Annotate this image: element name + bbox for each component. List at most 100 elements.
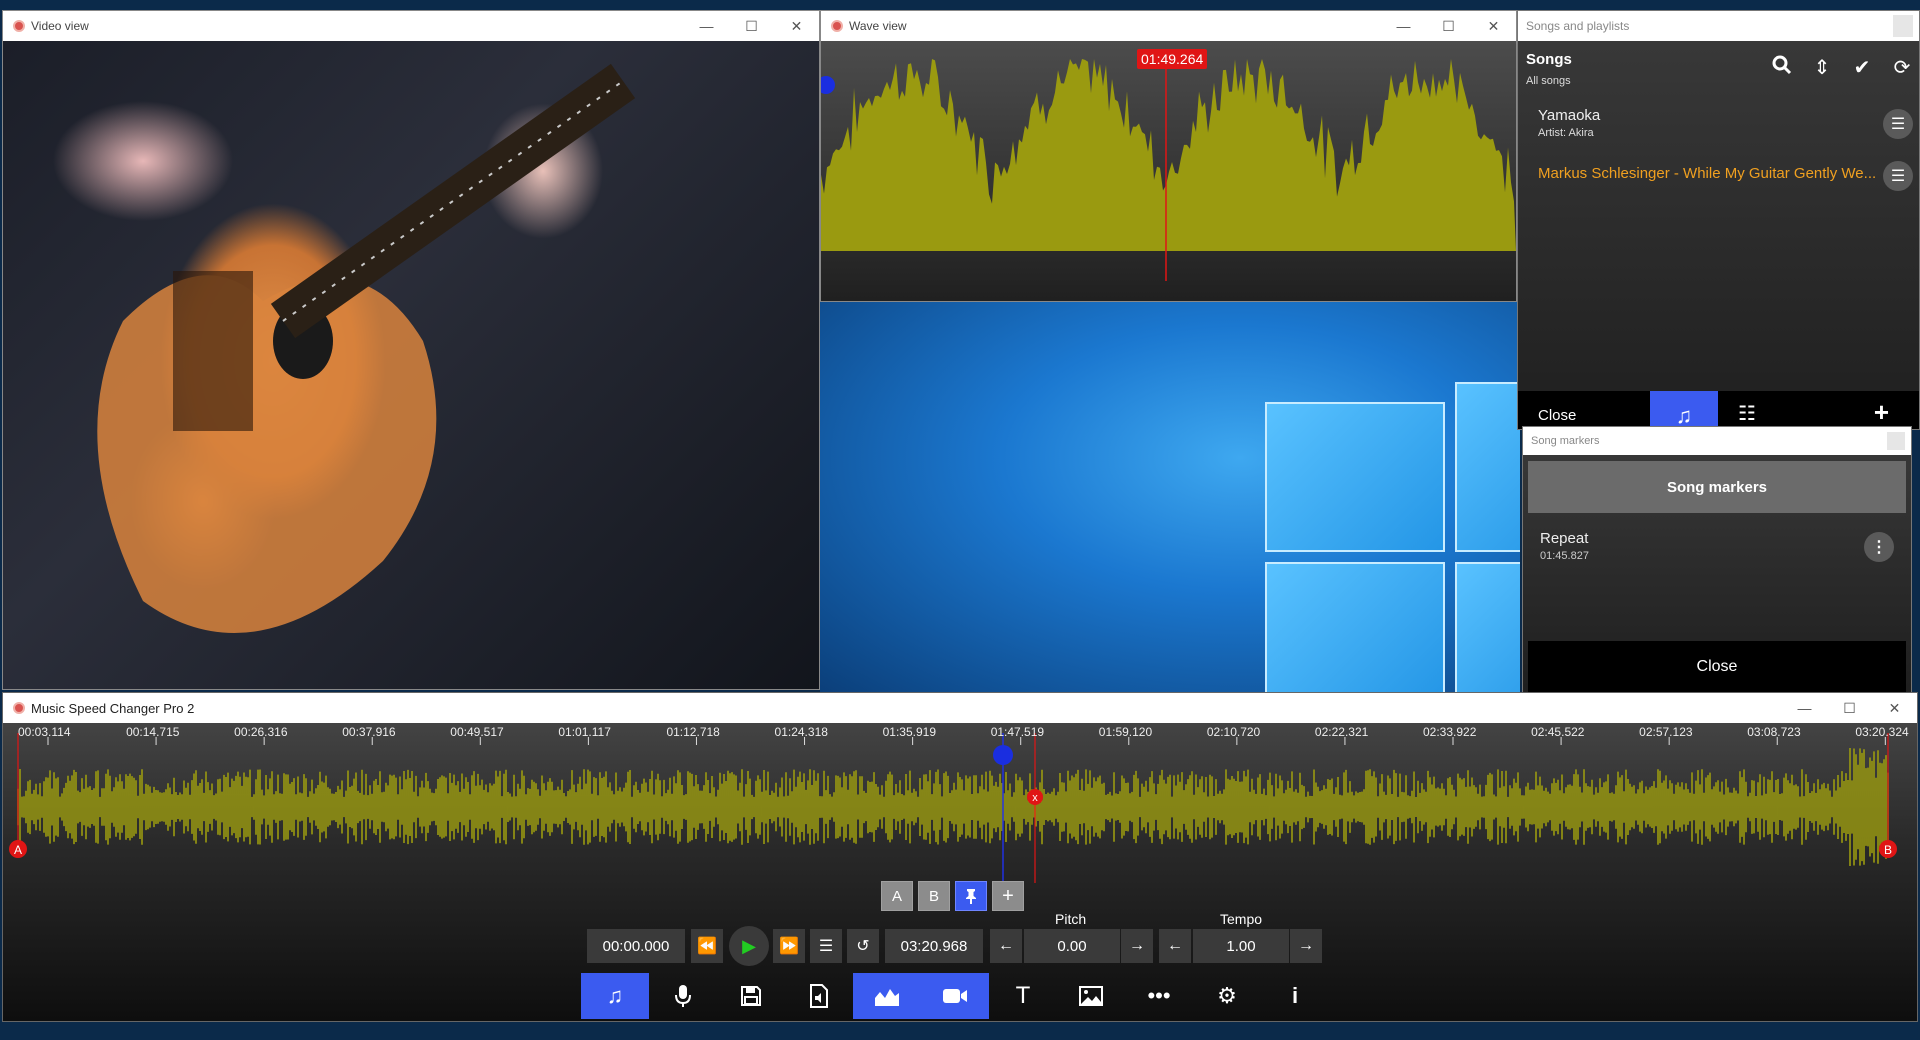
music-tab-icon[interactable]: ♫ (1650, 391, 1718, 429)
main-titlebar[interactable]: Music Speed Changer Pro 2 — ☐ ✕ (3, 693, 1917, 723)
wave-view-titlebar[interactable]: Wave view — ☐ ✕ (821, 11, 1516, 41)
playlist-tab-icon[interactable]: ☷ (1738, 401, 1756, 426)
timeline-waveform: A Bx (9, 733, 1897, 883)
window-title: Wave view (849, 19, 907, 33)
video-frame[interactable] (3, 41, 819, 689)
wave-view-window: Wave view — ☐ ✕ 01:49.264 (820, 10, 1517, 302)
timeline-tick-label: 02:10.720 (1206, 725, 1261, 739)
pitch-value[interactable]: 0.00 (1024, 929, 1120, 963)
marker-time: 01:45.827 (1540, 550, 1589, 562)
timeline-tick-label: 01:24.318 (774, 725, 828, 739)
export-audio-icon[interactable] (785, 973, 853, 1019)
song-timeline[interactable]: A Bx 00:03.114 00:14.715 00:26.316 00:37.916… (3, 723, 1917, 883)
image-icon[interactable] (1057, 973, 1125, 1019)
songs-titlebar[interactable]: Songs and playlists (1518, 11, 1919, 41)
playhead-time-tag: 01:49.264 (1137, 49, 1208, 69)
close-icon[interactable] (1887, 432, 1905, 450)
tempo-down-icon[interactable]: ← (1159, 929, 1191, 963)
zoom-waveform (821, 59, 1516, 251)
loop-start-handle[interactable] (821, 76, 835, 94)
settings-icon[interactable]: ⚙ (1193, 973, 1261, 1019)
add-marker-button[interactable]: + (992, 881, 1024, 911)
microphone-icon[interactable] (649, 973, 717, 1019)
timeline-tick-label: 01:12.718 (666, 725, 720, 739)
video-view-titlebar[interactable]: Video view — ☐ ✕ (3, 11, 819, 41)
window-title: Songs and playlists (1526, 19, 1630, 33)
full-waveform (17, 748, 1889, 866)
song-title: Yamaoka (1538, 107, 1601, 124)
more-icon[interactable]: ••• (1125, 973, 1193, 1019)
pin-icon[interactable] (955, 881, 987, 911)
check-icon[interactable]: ✔ (1851, 55, 1873, 81)
markers-close-button[interactable]: Close (1528, 641, 1906, 693)
app-icon (13, 20, 25, 32)
app-icon (831, 20, 843, 32)
maximize-icon[interactable]: ☐ (729, 11, 774, 41)
set-a-button[interactable]: A (881, 881, 913, 911)
refresh-icon[interactable]: ⟳ (1891, 55, 1913, 81)
maximize-icon[interactable]: ☐ (1827, 693, 1872, 723)
tempo-value[interactable]: 1.00 (1193, 929, 1289, 963)
close-icon[interactable]: ✕ (774, 11, 819, 41)
rewind-icon[interactable]: ⏪ (691, 929, 723, 963)
song-menu-icon[interactable]: ☰ (1883, 109, 1913, 139)
timeline-tick-label: 00:03.114 (18, 725, 71, 739)
minimize-icon[interactable]: — (1782, 693, 1827, 723)
timeline-tick-label: 00:37.916 (342, 725, 396, 739)
tempo-up-icon[interactable]: → (1290, 929, 1322, 963)
songs-footer: Close ♫ ☷ + (1518, 391, 1919, 429)
search-icon[interactable] (1771, 55, 1793, 81)
timeline-tick-label: 00:14.715 (126, 725, 180, 739)
play-icon[interactable]: ▶ (729, 926, 769, 966)
logo-pane (1455, 382, 1520, 552)
song-menu-icon[interactable]: ☰ (1883, 161, 1913, 191)
song-item[interactable]: Yamaoka Artist: Akira ☰ (1518, 97, 1919, 149)
timeline-tick-label: 00:26.316 (234, 725, 288, 739)
minimize-icon[interactable]: — (1381, 11, 1426, 41)
timeline-tick-label: 02:45.522 (1531, 725, 1585, 739)
sort-icon[interactable]: ⇕ (1811, 55, 1833, 81)
timeline-tick-label: 01:35.919 (882, 725, 936, 739)
marker-item[interactable]: Repeat 01:45.827 ⋮ (1528, 522, 1906, 572)
timeline-tick-label: 01:59.120 (1098, 725, 1153, 739)
wave-zoom-view[interactable]: 01:49.264 (821, 41, 1516, 301)
marker-menu-icon[interactable]: ⋮ (1864, 532, 1894, 562)
wave-chart-icon[interactable] (853, 973, 921, 1019)
song-marker-label: x (1032, 792, 1038, 804)
pitch-down-icon[interactable]: ← (990, 929, 1022, 963)
timeline-tick-label: 02:33.922 (1423, 725, 1477, 739)
set-b-button[interactable]: B (918, 881, 950, 911)
maximize-icon[interactable]: ☐ (1426, 11, 1471, 41)
songs-close-button[interactable]: Close (1538, 407, 1576, 424)
pitch-up-icon[interactable]: → (1121, 929, 1153, 963)
wave-zoom-graph (821, 59, 1516, 281)
end-time-field[interactable]: 03:20.968 (885, 929, 983, 963)
playhead-handle[interactable] (993, 745, 1013, 765)
loop-b-label: B (1884, 843, 1892, 857)
info-icon[interactable]: i (1261, 973, 1329, 1019)
text-icon[interactable]: T (989, 973, 1057, 1019)
tempo-label: Tempo (1220, 911, 1263, 927)
music-note-icon[interactable]: ♫ (581, 973, 649, 1019)
window-title: Song markers (1531, 435, 1600, 447)
loop-icon[interactable]: ↺ (847, 929, 879, 963)
minimize-icon[interactable]: — (684, 11, 729, 41)
start-time-field[interactable]: 00:00.000 (587, 929, 685, 963)
equalizer-icon[interactable]: ☰ (810, 929, 842, 963)
close-icon[interactable] (1893, 15, 1913, 37)
timeline-tick-label: 02:22.321 (1314, 725, 1369, 739)
close-icon[interactable]: ✕ (1872, 693, 1917, 723)
add-icon[interactable]: + (1874, 397, 1889, 428)
app-icon (13, 702, 25, 714)
song-markers-window: Song markers Song markers Repeat 01:45.8… (1522, 426, 1912, 698)
video-camera-icon[interactable] (921, 973, 989, 1019)
main-window: Music Speed Changer Pro 2 — ☐ ✕ ABx 00:0… (2, 692, 1918, 1022)
songs-heading: Songs (1526, 51, 1572, 68)
save-icon[interactable] (717, 973, 785, 1019)
songs-subheading: All songs (1526, 75, 1571, 87)
songs-window: Songs and playlists Songs All songs ⇕ ✔ … (1517, 10, 1920, 430)
close-icon[interactable]: ✕ (1471, 11, 1516, 41)
song-item-active[interactable]: Markus Schlesinger - While My Guitar Gen… (1518, 149, 1919, 201)
markers-titlebar[interactable]: Song markers (1523, 427, 1911, 455)
fast-forward-icon[interactable]: ⏩ (773, 929, 805, 963)
